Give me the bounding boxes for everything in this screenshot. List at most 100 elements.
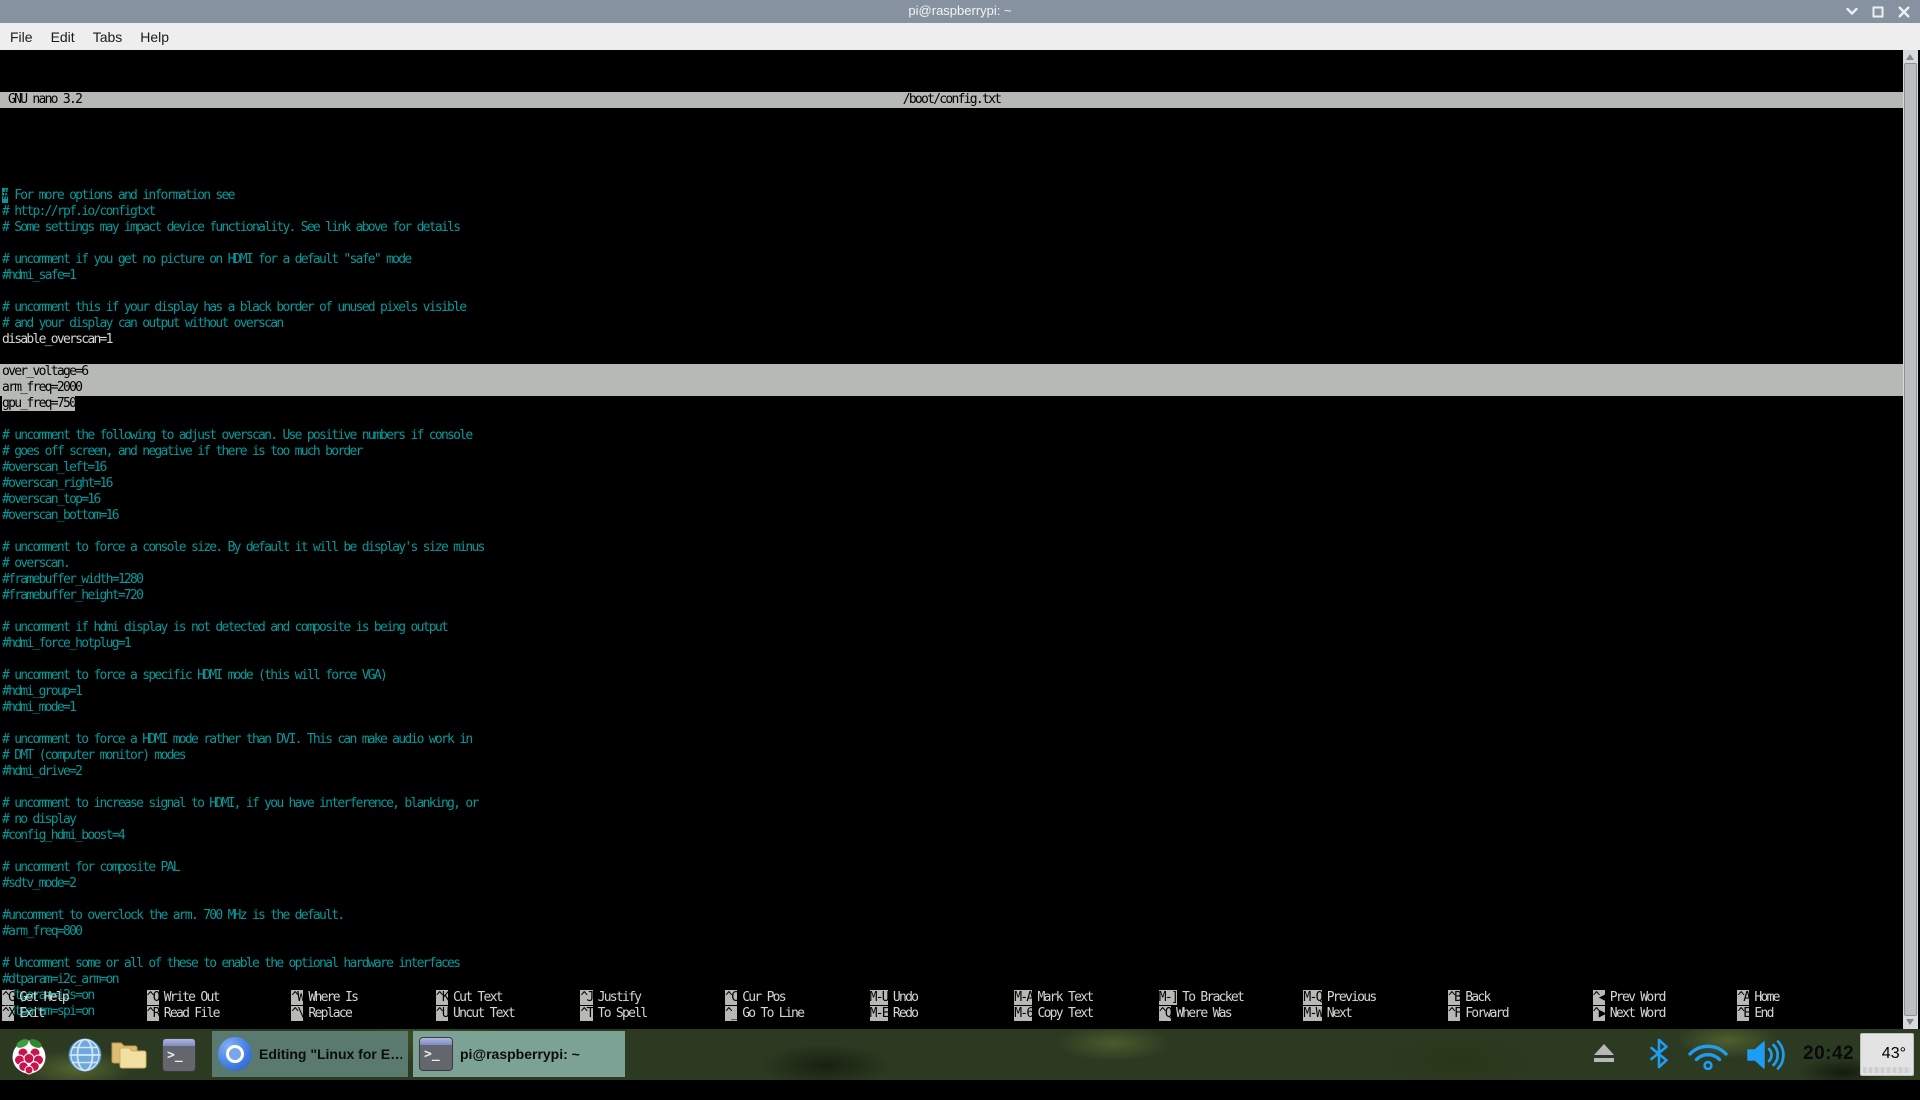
editor-line[interactable]: #dtparam=i2c_arm=on <box>0 972 1903 988</box>
editor-line[interactable]: # For more options and information see <box>0 188 1903 204</box>
bluetooth-icon[interactable] <box>1646 1038 1672 1074</box>
taskbar-window-2[interactable]: >_pi@raspberrypi: ~ <box>413 1031 625 1077</box>
editor-blank-line[interactable] <box>0 844 1903 860</box>
editor-line[interactable]: #sdtv_mode=2 <box>0 876 1903 892</box>
editor-blank-line[interactable] <box>0 892 1903 908</box>
editor-line[interactable]: # and your display can output without ov… <box>0 316 1903 332</box>
editor-line[interactable]: #config_hdmi_boost=4 <box>0 828 1903 844</box>
shortcut-key: M-E <box>870 1006 888 1021</box>
launcher-file-manager[interactable] <box>110 1036 148 1074</box>
taskbar-window-1[interactable]: Editing "Linux for E… <box>212 1031 408 1077</box>
editor-line[interactable]: #framebuffer_height=720 <box>0 588 1903 604</box>
editor-line[interactable]: # uncomment to force a specific HDMI mod… <box>0 668 1903 684</box>
editor-line[interactable]: #overscan_bottom=16 <box>0 508 1903 524</box>
editor-line[interactable]: # goes off screen, and negative if there… <box>0 444 1903 460</box>
globe-icon <box>67 1037 103 1073</box>
editor-blank-line[interactable] <box>0 412 1903 428</box>
editor-line[interactable]: # Some settings may impact device functi… <box>0 220 1903 236</box>
shortcut-key: ^T <box>580 1006 592 1021</box>
shortcut-write-out: ^OWrite Out <box>147 990 219 1006</box>
eject-icon[interactable] <box>1591 1041 1617 1072</box>
scrollbar-thumb[interactable] <box>1904 63 1917 1016</box>
nano-file-path: /boot/config.txt <box>0 92 1903 108</box>
wifi-icon[interactable] <box>1685 1040 1731 1075</box>
text-cursor: # <box>2 188 8 203</box>
shortcut-label: Where Was <box>1176 1006 1231 1021</box>
editor-line[interactable]: # uncomment this if your display has a b… <box>0 300 1903 316</box>
scrollbar-down-arrow-icon[interactable] <box>1906 1019 1914 1025</box>
editor-line[interactable]: #arm_freq=800 <box>0 924 1903 940</box>
shortcut-get-help: ^G Get Help <box>2 990 68 1006</box>
editor-line[interactable]: # uncomment if you get no picture on HDM… <box>0 252 1903 268</box>
editor-line[interactable]: #overscan_right=16 <box>0 476 1903 492</box>
shortcut-key: ^U <box>436 1006 448 1021</box>
launcher-web-browser[interactable] <box>66 1036 104 1074</box>
menu-item-help[interactable]: Help <box>140 26 177 48</box>
launcher-applications-menu[interactable] <box>10 1036 48 1074</box>
shortcut-label: Redo <box>893 1006 917 1021</box>
editor-line[interactable]: # uncomment to force a HDMI mode rather … <box>0 732 1903 748</box>
editor-line[interactable]: #overscan_top=16 <box>0 492 1903 508</box>
launcher-terminal[interactable]: >_ <box>160 1036 198 1074</box>
shortcut-uncut-text: ^UUncut Text <box>436 1006 514 1022</box>
shortcut-previous: M-QPrevious <box>1303 990 1375 1006</box>
editor-blank-line[interactable] <box>0 524 1903 540</box>
editor-line[interactable]: #uncomment to overclock the arm. 700 MHz… <box>0 908 1903 924</box>
terminal-scrollbar[interactable] <box>1903 50 1918 1029</box>
editor-line[interactable]: gpu_freq=750 <box>0 396 1903 412</box>
taskbar-window-label: Editing "Linux for E… <box>259 1046 402 1062</box>
terminal-window[interactable]: GNU nano 3.2 /boot/config.txt # For more… <box>0 50 1920 1029</box>
shortcut-label: Exit <box>19 1006 43 1021</box>
shortcut-exit: ^XExit <box>2 1006 44 1022</box>
volume-icon[interactable] <box>1745 1039 1789 1076</box>
editor-line[interactable]: #hdmi_group=1 <box>0 684 1903 700</box>
taskbar-window-label: pi@raspberrypi: ~ <box>460 1046 580 1062</box>
editor-line[interactable]: # uncomment if hdmi display is not detec… <box>0 620 1903 636</box>
editor-line[interactable]: # uncomment to force a console size. By … <box>0 540 1903 556</box>
taskbar-clock[interactable]: 20:42 <box>1803 1043 1854 1065</box>
editor-line[interactable]: # uncomment for composite PAL <box>0 860 1903 876</box>
shortcut-key: ^C <box>725 990 737 1005</box>
shade-button[interactable] <box>1845 5 1858 18</box>
shortcut-justify: ^JJustify <box>580 990 640 1006</box>
shortcut-undo: M-UUndo <box>870 990 918 1006</box>
editor-blank-line[interactable] <box>0 780 1903 796</box>
shortcut-label: Home <box>1754 990 1778 1005</box>
editor-blank-line[interactable] <box>0 652 1903 668</box>
nano-editor[interactable]: GNU nano 3.2 /boot/config.txt # For more… <box>0 60 1903 1100</box>
menu-item-file[interactable]: File <box>10 26 41 48</box>
scrollbar-up-arrow-icon[interactable] <box>1906 54 1914 60</box>
editor-line[interactable]: #framebuffer_width=1280 <box>0 572 1903 588</box>
editor-line[interactable]: arm_freq=2000 <box>0 380 1903 396</box>
editor-line[interactable]: #hdmi_safe=1 <box>0 268 1903 284</box>
editor-blank-line[interactable] <box>0 604 1903 620</box>
shortcut-key: ^G <box>2 990 14 1005</box>
editor-line[interactable]: # DMT (computer monitor) modes <box>0 748 1903 764</box>
editor-blank-line[interactable] <box>0 236 1903 252</box>
editor-blank-line[interactable] <box>0 940 1903 956</box>
editor-line[interactable]: # overscan. <box>0 556 1903 572</box>
editor-line[interactable]: #hdmi_mode=1 <box>0 700 1903 716</box>
shortcut-label: Get Help <box>19 990 68 1005</box>
menu-item-edit[interactable]: Edit <box>51 26 83 48</box>
shortcut-label: Undo <box>893 990 917 1005</box>
close-button[interactable] <box>1897 5 1910 18</box>
editor-line[interactable]: #hdmi_drive=2 <box>0 764 1903 780</box>
editor-blank-line[interactable] <box>0 284 1903 300</box>
window-titlebar[interactable]: pi@raspberrypi: ~ <box>0 0 1920 23</box>
editor-line[interactable]: # http://rpf.io/configtxt <box>0 204 1903 220</box>
maximize-button[interactable] <box>1871 5 1884 18</box>
menu-item-tabs[interactable]: Tabs <box>93 26 131 48</box>
editor-line[interactable]: disable_overscan=1 <box>0 332 1903 348</box>
editor-line[interactable]: #overscan_left=16 <box>0 460 1903 476</box>
editor-line[interactable]: over_voltage=6 <box>0 364 1903 380</box>
editor-line[interactable]: #hdmi_force_hotplug=1 <box>0 636 1903 652</box>
editor-blank-line[interactable] <box>0 348 1903 364</box>
editor-blank-line[interactable] <box>0 716 1903 732</box>
editor-line[interactable]: # uncomment the following to adjust over… <box>0 428 1903 444</box>
editor-line[interactable]: # uncomment to increase signal to HDMI, … <box>0 796 1903 812</box>
editor-line[interactable]: # Uncomment some or all of these to enab… <box>0 956 1903 972</box>
editor-line[interactable]: # no display <box>0 812 1903 828</box>
nano-shortcut-bar: ^GGet Help^OWrite Out^WWhere Is^KCut Tex… <box>0 990 1903 1022</box>
nano-header: GNU nano 3.2 /boot/config.txt <box>0 92 1903 108</box>
